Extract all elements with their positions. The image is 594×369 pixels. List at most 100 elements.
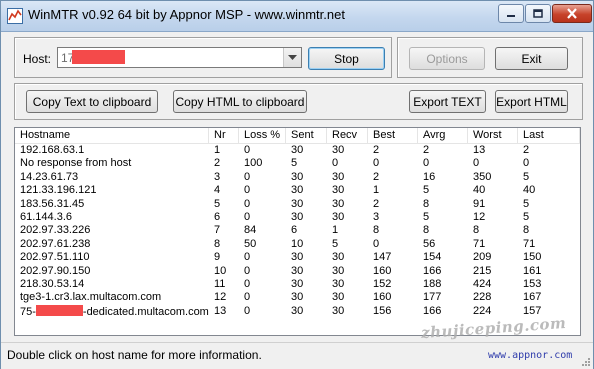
redacted-host-mask [35,304,83,316]
cell-hostname[interactable]: 121.33.196.121 [15,184,96,197]
cell-hostname[interactable]: 202.97.61.238 [15,238,90,251]
table-row[interactable]: 61.144.3.6 6 0 30 30 3 5 12 5 [15,211,580,224]
resize-grip-icon[interactable] [579,355,591,367]
column-header-sent[interactable]: Sent [286,128,327,143]
cell-last: 71 [523,237,536,250]
cell-nr: 13 [214,304,227,317]
title-bar[interactable]: WinMTR v0.92 64 bit by Appnor MSP - www.… [1,1,593,32]
cell-sent: 30 [291,251,304,264]
stop-button[interactable]: Stop [308,47,385,70]
table-row[interactable]: tge3-1.cr3.lax.multacom.com 12 0 30 30 160 177… [15,291,580,304]
cell-nr: 12 [214,291,227,304]
cell-worst: 12 [473,210,486,223]
maximize-icon [533,9,543,18]
column-header-last[interactable]: Last [518,128,580,143]
status-url: www.appnor.com [488,350,573,361]
cell-sent: 30 [291,210,304,223]
column-header-loss[interactable]: Loss % [239,128,286,143]
table-row[interactable]: No response from host 2 100 5 0 0 0 0 0 [15,157,580,170]
cell-loss: 0 [244,264,251,277]
cell-best: 2 [373,170,380,183]
cell-last: 5 [523,210,530,223]
cell-hostname[interactable]: 14.23.61.73 [15,171,78,184]
cell-hostname[interactable]: 218.30.53.14 [15,278,84,291]
cell-best: 1 [373,184,380,197]
cell-hostname[interactable]: 202.97.51.110 [15,251,90,264]
copy-html-button[interactable]: Copy HTML to clipboard [173,90,307,113]
exit-button[interactable]: Exit [495,47,568,70]
cell-loss: 0 [244,197,251,210]
cell-hostname[interactable]: 202.97.33.226 [15,224,90,237]
hostname-text: 202.97.33.226 [20,224,91,237]
column-header-best[interactable]: Best [368,128,418,143]
options-button[interactable]: Options [409,47,485,70]
cell-hostname[interactable]: tge3-1.cr3.lax.multacom.com [15,291,161,304]
cell-worst: 424 [473,277,492,290]
copy-text-button[interactable]: Copy Text to clipboard [26,90,158,113]
cell-sent: 5 [291,157,298,170]
table-row[interactable]: 121.33.196.121 4 0 30 30 1 5 40 40 [15,184,580,197]
host-combobox[interactable] [57,47,302,68]
column-header-nr[interactable]: Nr [209,128,239,143]
cell-sent: 30 [291,304,304,317]
cell-last: 8 [523,224,530,237]
table-row[interactable]: 14.23.61.73 3 0 30 30 2 16 350 5 [15,171,580,184]
table-row[interactable]: 202.97.90.150 10 0 30 30 160 166 215 161 [15,265,580,278]
column-header-hostname[interactable]: Hostname [15,128,209,143]
column-header-worst[interactable]: Worst [468,128,518,143]
cell-best: 2 [373,144,380,156]
cell-worst: 71 [473,237,486,250]
column-header-recv[interactable]: Recv [327,128,368,143]
redacted-host-mask [72,50,125,64]
close-button[interactable] [552,4,592,23]
table-row[interactable]: 75- -dedicated.multacom.com 13 0 30 30 156 166 2… [15,304,580,319]
table-row[interactable]: 218.30.53.14 11 0 30 30 152 188 424 153 [15,278,580,291]
winmtr-window: WinMTR v0.92 64 bit by Appnor MSP - www.… [0,0,594,369]
export-html-button[interactable]: Export HTML [495,90,568,113]
cell-hostname[interactable]: 202.97.90.150 [15,265,90,278]
cell-avrg: 16 [423,170,436,183]
cell-last: 167 [523,291,542,304]
cell-recv: 30 [332,184,345,197]
table-row[interactable]: 192.168.63.1 1 0 30 30 2 2 13 2 [15,144,580,157]
winmtr-app-icon [7,8,23,24]
cell-nr: 11 [214,277,226,290]
table-row[interactable]: 202.97.33.226 7 84 6 1 8 8 8 8 [15,224,580,237]
cell-best: 152 [373,277,392,290]
cell-sent: 6 [291,224,298,237]
cell-best: 160 [373,291,392,304]
cell-hostname[interactable]: 75- -dedicated.multacom.com [15,304,209,319]
status-message: Double click on host name for more infor… [7,348,262,362]
column-header-avrg[interactable]: Avrg [418,128,468,143]
cell-avrg: 188 [423,277,442,290]
host-dropdown-button[interactable] [283,48,301,67]
cell-loss: 0 [244,291,251,304]
cell-worst: 224 [473,304,492,317]
maximize-button[interactable] [525,4,551,23]
cell-nr: 3 [214,170,221,183]
cell-avrg: 5 [423,184,430,197]
cell-hostname[interactable]: 183.56.31.45 [15,198,84,211]
hostname-text: 75- [20,305,36,318]
cell-avrg: 0 [423,157,430,170]
cell-avrg: 2 [423,144,430,156]
table-row[interactable]: 183.56.31.45 5 0 30 30 2 8 91 5 [15,198,580,211]
table-row[interactable]: 202.97.51.110 9 0 30 30 147 154 209 150 [15,251,580,264]
cell-loss: 0 [244,251,251,264]
minimize-button[interactable] [498,4,524,23]
list-header: Hostname Nr Loss % Sent Recv Best Avrg W… [15,128,580,144]
cell-hostname[interactable]: No response from host [15,157,131,170]
cell-best: 0 [373,237,380,250]
cell-best: 2 [373,197,380,210]
cell-hostname[interactable]: 61.144.3.6 [15,211,72,224]
cell-recv: 30 [332,210,345,223]
cell-loss: 84 [244,224,257,237]
export-text-button[interactable]: Export TEXT [409,90,486,113]
cell-avrg: 56 [423,237,436,250]
table-row[interactable]: 202.97.61.238 8 50 10 5 0 56 71 71 [15,238,580,251]
cell-sent: 30 [291,197,304,210]
results-list[interactable]: Hostname Nr Loss % Sent Recv Best Avrg W… [14,127,581,336]
cell-hostname[interactable]: 192.168.63.1 [15,144,84,157]
cell-recv: 1 [332,224,339,237]
hostname-text: 61.144.3.6 [20,210,72,223]
